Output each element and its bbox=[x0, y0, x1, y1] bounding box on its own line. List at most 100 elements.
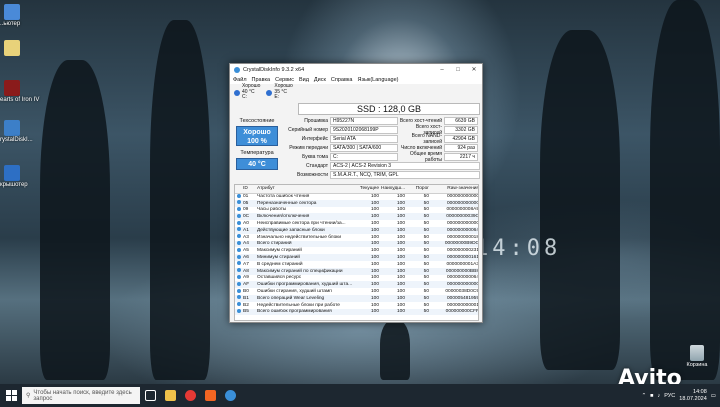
smart-row[interactable]: 0C Включения/отключения 100 100 50 0000000003… bbox=[235, 213, 478, 221]
start-button[interactable] bbox=[0, 384, 22, 407]
status-dot-icon bbox=[236, 206, 241, 211]
menu-edit[interactable]: Правка bbox=[252, 77, 271, 83]
language-indicator[interactable]: РУС bbox=[664, 393, 675, 399]
drive-tab-c[interactable]: Хорошо 40 °C C: bbox=[234, 84, 260, 101]
smart-current: 100 bbox=[370, 302, 379, 308]
smart-row[interactable]: B2 Недействительные блоки при работе 100 10… bbox=[235, 302, 478, 309]
task-view-icon bbox=[144, 390, 156, 401]
smart-row[interactable]: A4 Всего стираний 100 100 50 00000000B9DC bbox=[235, 240, 478, 248]
smart-id: A8 bbox=[242, 267, 256, 275]
health-dot-icon bbox=[234, 89, 240, 96]
taskbar-app-explorer[interactable] bbox=[160, 384, 180, 407]
health-status-button[interactable]: Хорошо 100 % bbox=[236, 126, 278, 146]
menu-file[interactable]: Файл bbox=[233, 77, 247, 83]
smart-table[interactable]: ID Атрибут Текущее Наихудш... Порог Raw-… bbox=[234, 184, 479, 321]
desktop-icon-recycle-bin[interactable]: Корзина bbox=[682, 345, 712, 368]
smart-row[interactable]: B0 Ошибки стирания, худший штамп 100 100 50 0… bbox=[235, 288, 478, 295]
desktop-icon-computer[interactable]: ..ьютер bbox=[0, 4, 40, 27]
smart-row[interactable]: A1 Действующие запасные блоки 100 100 50 0000… bbox=[235, 226, 478, 234]
smart-id: AF bbox=[242, 281, 256, 289]
smart-header-row: ID Атрибут Текущее Наихудш... Порог Raw-… bbox=[235, 185, 478, 194]
smart-id: A3 bbox=[243, 234, 249, 240]
computer-icon bbox=[4, 4, 20, 20]
menu-disk[interactable]: Диск bbox=[314, 77, 326, 83]
menu-service[interactable]: Сервис bbox=[275, 77, 294, 83]
taskbar-app-yandex[interactable] bbox=[180, 384, 200, 407]
smart-id: A1 bbox=[242, 226, 256, 234]
desktop-icon-crystaldiskinfo[interactable]: rystalDiskI... bbox=[0, 120, 40, 143]
minimize-button[interactable]: – bbox=[434, 64, 450, 75]
smart-id: 09 bbox=[243, 207, 249, 213]
smart-row[interactable]: A7 В среднем стираний 100 100 50 0000000001A3 bbox=[235, 261, 479, 268]
temperature-status-button[interactable]: 40 °C bbox=[236, 158, 278, 170]
smart-worst: 100 bbox=[396, 207, 405, 213]
menu-language[interactable]: Язык(Language) bbox=[357, 77, 398, 83]
taskbar-app-crystaldiskinfo[interactable] bbox=[220, 384, 240, 407]
status-dot-icon bbox=[236, 274, 241, 279]
column-header-attribute[interactable]: Атрибут bbox=[256, 185, 354, 194]
browser-icon bbox=[184, 390, 196, 401]
network-icon[interactable]: ■ bbox=[650, 393, 653, 399]
desktop-icon-hoi4[interactable]: earts of Iron IV bbox=[0, 80, 40, 103]
smart-row[interactable]: A8 Максимум стираний по спецификации 100 10… bbox=[235, 267, 478, 275]
chevron-up-icon[interactable]: ⌃ bbox=[642, 393, 647, 399]
taskbar-search[interactable]: ⚲ Чтобы начать поиск, введите здесь запр… bbox=[22, 387, 140, 404]
status-dot-icon bbox=[236, 227, 241, 232]
info-row: Серийный номер 9S2020102068199P Всего хо… bbox=[282, 124, 482, 136]
smart-threshold: 50 bbox=[406, 199, 430, 207]
smart-raw: 0000000001A3 bbox=[446, 261, 479, 267]
smart-raw: 000000000231 bbox=[446, 248, 479, 254]
taskbar-app-brave[interactable] bbox=[200, 384, 220, 407]
smart-row[interactable]: A0 Неисправимые сектора при чтении/за... 1… bbox=[235, 220, 478, 227]
smart-worst: 100 bbox=[396, 221, 405, 227]
smart-id: B2 bbox=[243, 302, 249, 308]
smart-row[interactable]: 09 Часы работы 100 100 50 0000000008A9 bbox=[235, 206, 478, 214]
volume-icon[interactable]: ♪ bbox=[658, 393, 661, 399]
smart-id: A6 bbox=[242, 254, 256, 261]
smart-row[interactable]: AF Ошибки программирования, худший шта...… bbox=[235, 281, 478, 289]
smart-row[interactable]: 05 Переназначенные сектора 100 100 50 0000000… bbox=[235, 199, 478, 207]
smart-worst: 100 bbox=[396, 302, 405, 308]
smart-raw: 00000000039C bbox=[430, 213, 478, 221]
info-row: Режим передачи SATA/300 | SATA/600 Число… bbox=[282, 143, 482, 152]
task-view-button[interactable] bbox=[140, 384, 160, 407]
smart-worst: 100 bbox=[380, 199, 406, 207]
smart-row[interactable]: 01 Частота ошибок чтения 100 100 50 000000000… bbox=[235, 193, 478, 200]
temperature-label: Температура bbox=[240, 150, 274, 156]
smart-threshold: 50 bbox=[423, 248, 429, 254]
smart-row[interactable]: A9 Оставшийся ресурс 100 100 50 000000000064 bbox=[235, 274, 478, 282]
smart-id: A0 bbox=[243, 221, 249, 227]
smart-row[interactable]: A3 Изначально недействительные блоки 100 10… bbox=[235, 234, 478, 241]
column-header-threshold[interactable]: Порог bbox=[406, 185, 430, 194]
taskbar-clock[interactable]: 14:08 18.07.2024 bbox=[679, 389, 707, 403]
smart-current: 100 bbox=[370, 221, 379, 227]
column-header-raw[interactable]: Raw-значения bbox=[430, 185, 478, 194]
column-header-current[interactable]: Текущее bbox=[354, 185, 380, 194]
drive-tab-e[interactable]: Хорошо 35 °C E: bbox=[266, 84, 293, 101]
power-on-hours-value[interactable]: 2217 ч bbox=[444, 152, 478, 161]
smart-id: A7 bbox=[243, 261, 249, 267]
system-tray: ⌃ ■ ♪ РУС 14:08 18.07.2024 ▭ bbox=[642, 389, 720, 403]
smart-attribute: Ошибки программирования, худший шта... bbox=[256, 281, 354, 289]
crystaldiskinfo-icon bbox=[4, 120, 20, 136]
notifications-icon[interactable]: ▭ bbox=[711, 393, 716, 399]
smart-row[interactable]: B5 Всего ошибок программирования 100 100 50 0… bbox=[235, 308, 478, 316]
smart-attribute: Всего стираний bbox=[256, 240, 354, 248]
menu-view[interactable]: Вид bbox=[299, 77, 309, 83]
smart-row[interactable]: A5 Максимум стираний 100 100 50 000000000231 bbox=[235, 247, 479, 254]
wallpaper-clock: 14:08 bbox=[475, 236, 562, 261]
desktop-icon-file[interactable] bbox=[0, 40, 40, 57]
windows-logo-icon bbox=[5, 390, 17, 401]
menu-help[interactable]: Справка bbox=[331, 77, 353, 83]
desktop-icon-screenshot[interactable]: крышотер bbox=[0, 165, 40, 188]
column-header-worst[interactable]: Наихудш... bbox=[380, 185, 406, 194]
maximize-button[interactable]: □ bbox=[450, 64, 466, 75]
close-button[interactable]: ✕ bbox=[466, 64, 482, 75]
column-header-id[interactable]: ID bbox=[242, 185, 256, 194]
title-bar[interactable]: CrystalDiskInfo 9.3.2 x64 – □ ✕ bbox=[230, 64, 482, 75]
info-row: Стандарт ACS-2 | ACS-2 Revision 3 bbox=[282, 161, 482, 170]
info-row: Интерфейс Serial ATA Всего NAND-записей … bbox=[282, 133, 482, 145]
smart-row[interactable]: A6 Минимум стираний 100 100 50 000000000161 bbox=[235, 254, 478, 261]
smart-worst: 100 bbox=[380, 254, 406, 261]
smart-row[interactable]: B1 Всего операций Wear Leveling 100 100 50 00… bbox=[235, 294, 478, 302]
